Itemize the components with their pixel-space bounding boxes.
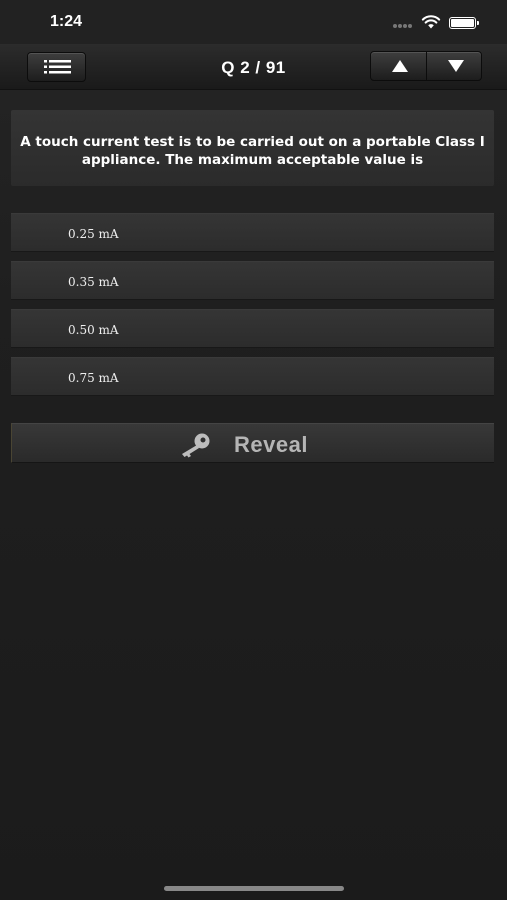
question-panel: A touch current test is to be carried ou… [11,110,494,186]
status-bar: 1:24 [0,0,507,44]
status-time: 1:24 [50,13,83,30]
answer-label: 0.25 mA [68,227,119,241]
wifi-icon [421,15,441,29]
triangle-down-icon [448,60,464,72]
next-question-button[interactable] [426,51,482,81]
key-icon [182,433,210,458]
navigation-bar: Q 2 / 91 [0,44,507,90]
answer-label: 0.35 mA [68,275,119,289]
quiz-screen: 1:24 Q 2 / 91 A touch current test is to… [0,0,507,900]
previous-question-button[interactable] [370,51,427,81]
answer-option-2[interactable]: 0.35 mA [11,261,494,300]
answer-option-3[interactable]: 0.50 mA [11,309,494,348]
question-text: A touch current test is to be carried ou… [11,133,494,169]
home-indicator[interactable] [164,886,344,891]
answer-label: 0.75 mA [68,371,119,385]
question-line-2: appliance. The maximum acceptable value … [81,152,424,168]
answer-option-4[interactable]: 0.75 mA [11,357,494,396]
answer-label: 0.50 mA [68,323,119,337]
answer-option-1[interactable]: 0.25 mA [11,213,494,252]
question-line-1: A touch current test is to be carried ou… [20,134,485,150]
reveal-button[interactable]: Reveal [11,423,494,463]
battery-icon [449,17,479,29]
reveal-label: Reveal [234,432,308,457]
triangle-up-icon [392,60,408,72]
signal-dots-icon [393,24,413,28]
